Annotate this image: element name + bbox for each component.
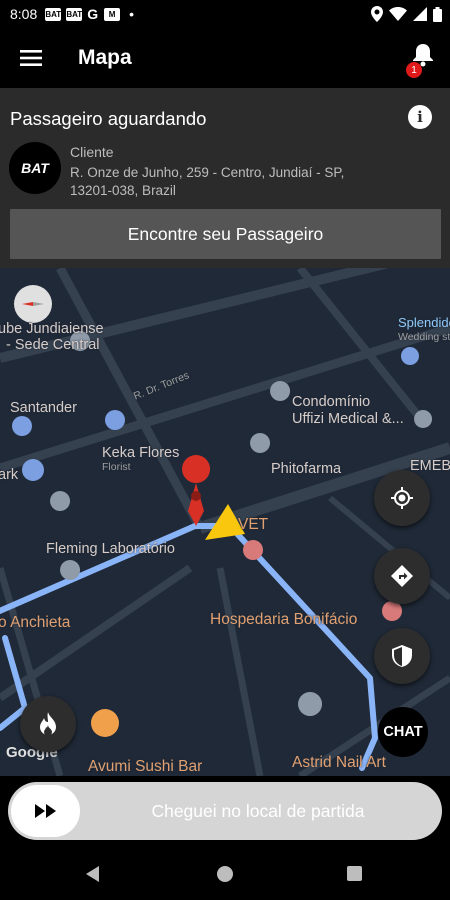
bottom-panel: Cheguei no local de partida [0,776,450,848]
chat-button[interactable]: CHAT [378,707,428,757]
heatmap-button[interactable] [20,696,76,752]
notifications-button[interactable]: 1 [406,40,440,78]
map-label-keka: Keka Flores [102,445,180,461]
map-label-florist: Florist [102,461,131,473]
card-title: Passageiro aguardando [10,108,207,129]
map-label-emeb: EMEB [410,458,450,474]
slider-label: Cheguei no local de partida [151,800,365,821]
signal-icon [413,7,427,21]
compass-icon [22,302,44,306]
directions-button[interactable] [374,548,430,604]
map-label-vet: VET [238,516,269,533]
directions-icon [391,565,413,587]
map-label-park: ark [0,467,19,483]
notification-count-badge: 1 [406,62,422,78]
hamburger-menu-icon [20,50,42,66]
compass-button[interactable] [14,285,52,323]
system-nav-bar [0,848,450,900]
passenger-card: Passageiro aguardando i BAT Cliente R. O… [0,88,450,268]
map-label-hospedaria: Hospedaria Bonifácio [210,611,358,628]
bat-notification-icon: BAT [66,7,83,21]
map-label-fleming: Fleming Laboratório [46,541,175,557]
map-label-avumi: Avumi Sushi Bar [88,758,203,775]
more-notifications-icon: • [129,6,135,22]
battery-icon [433,6,442,22]
map-label-phitofarma: Phitofarma [271,461,342,477]
page-title: Mapa [78,46,132,69]
gmail-notification-icon: M [104,7,121,21]
map-view[interactable]: ube Jundiaiense - Sede Central Santander… [0,268,450,776]
menu-button[interactable] [6,33,56,83]
info-button[interactable]: i [408,105,432,129]
map-label-santander: Santander [10,400,77,416]
map-label-wedding: Wedding st [398,331,450,343]
avatar-logo-text: BAT [21,160,49,176]
client-address: R. Onze de Junho, 259 - Centro, Jundiaí … [70,165,345,198]
shield-icon [392,645,412,667]
my-location-button[interactable] [374,470,430,526]
fast-forward-icon [34,804,56,818]
recent-apps-icon[interactable] [347,866,362,881]
slider-thumb[interactable] [11,785,80,837]
client-avatar: BAT [9,142,61,194]
bat-notification-icon: BAT [45,7,62,21]
back-icon[interactable] [86,866,99,882]
map-label-clube: ube Jundiaiense [0,321,104,337]
client-label: Cliente [70,144,114,160]
flame-icon [40,712,56,736]
map-label-astrid: Astrid Nail Art [292,754,386,771]
wifi-icon [389,7,407,21]
map-label-sede: - Sede Central [6,337,100,353]
find-passenger-button[interactable]: Encontre seu Passageiro [10,209,441,259]
gps-target-icon [391,487,413,509]
app-bar: Mapa 1 [0,28,450,88]
status-bar: 8:08 BAT BAT G M • [0,0,450,28]
home-icon[interactable] [217,866,233,882]
info-icon: i [417,108,423,126]
safety-button[interactable] [374,628,430,684]
status-time: 8:08 [10,6,38,22]
map-label-anchieta: o Anchieta [0,614,71,631]
map-label-splendido: Splendido [398,315,450,330]
arrival-slider[interactable]: Cheguei no local de partida [8,782,442,840]
location-icon [371,6,383,22]
google-notification-icon: G [87,6,99,22]
map-label-uffizi: Uffizi Medical &... [292,411,404,427]
map-label-condominio: Condomínio [292,394,371,410]
